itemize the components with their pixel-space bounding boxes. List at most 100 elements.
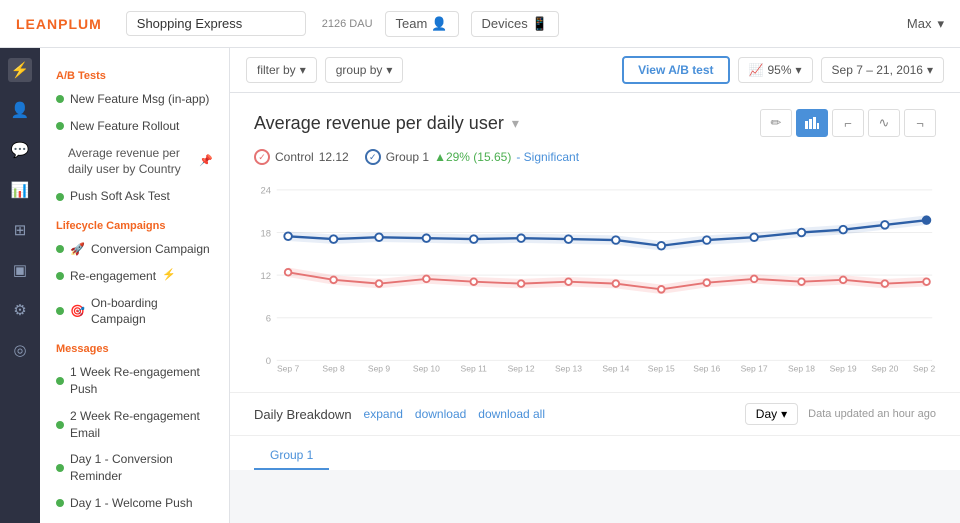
daily-breakdown-bar: Daily Breakdown expand download download… [230, 392, 960, 435]
chart-wave-icon[interactable]: ∿ [868, 109, 900, 137]
chevron-down-icon: ▾ [386, 63, 392, 77]
tab-group1[interactable]: Group 1 [254, 442, 329, 470]
status-dot [56, 377, 64, 385]
status-dot [56, 245, 64, 253]
chevron-down-icon: ▾ [781, 407, 787, 421]
sidebar-item-new-feature-rollout[interactable]: New Feature Rollout [40, 113, 229, 140]
nav-icon-target[interactable]: ◎ [8, 338, 32, 362]
svg-text:0: 0 [266, 356, 271, 367]
group-by-label: group by [336, 63, 383, 77]
nav-icon-grid[interactable]: ⊞ [8, 218, 32, 242]
pin-icon: 📌 [199, 154, 213, 169]
view-ab-test-button[interactable]: View A/B test [622, 56, 729, 84]
status-dot [56, 307, 64, 315]
confidence-button[interactable]: 📈 95% ▾ [738, 57, 813, 83]
tab-group1-label: Group 1 [270, 448, 313, 462]
download-all-link[interactable]: download all [478, 407, 545, 421]
team-button[interactable]: Team 👤 [385, 11, 459, 37]
chart-bar-icon[interactable] [796, 109, 828, 137]
status-dot [56, 499, 64, 507]
sidebar-item-sublabel: Average revenue per daily user by Countr… [68, 145, 193, 179]
sidebar-item-label: Conversion Campaign [91, 241, 210, 258]
sidebar-item-label: New Feature Msg (in-app) [70, 91, 209, 108]
emoji-icon: 🚀 [70, 241, 85, 258]
left-icon-strip: ⚡ 👤 💬 📊 ⊞ ▣ ⚙ ◎ [0, 48, 40, 523]
svg-text:18: 18 [261, 228, 272, 239]
chart-toolbar: filter by ▾ group by ▾ View A/B test 📈 9… [230, 48, 960, 93]
chart-bracket-left-icon[interactable]: ⌐ [832, 109, 864, 137]
messages-section-title: Messages [40, 333, 229, 359]
sidebar-item-label: 1 Week Re-engagement Push [70, 364, 213, 398]
sidebar-item-onboarding[interactable]: 🎯 On-boarding Campaign [40, 290, 229, 334]
control-label: Control [275, 150, 314, 164]
legend-group1: ✓ Group 1 ▲29% (15.65) - Significant [365, 149, 579, 165]
daily-breakdown-title: Daily Breakdown [254, 407, 352, 422]
day-granularity-button[interactable]: Day ▾ [745, 403, 798, 425]
confidence-label: 95% [767, 63, 791, 77]
date-range-button[interactable]: Sep 7 – 21, 2016 ▾ [821, 57, 944, 83]
filter-by-button[interactable]: filter by ▾ [246, 57, 317, 83]
sidebar-item-new-feature-msg[interactable]: New Feature Msg (in-app) [40, 86, 229, 113]
status-dot [56, 421, 64, 429]
sidebar-item-label: Push Soft Ask Test [70, 188, 170, 205]
devices-button[interactable]: Devices 📱 [471, 11, 559, 37]
sidebar-item-label: 2 Week Re-engagement Email [70, 408, 213, 442]
status-dot [56, 122, 64, 130]
chevron-down-icon: ▾ [300, 63, 306, 77]
sidebar-item-reengagement[interactable]: Re-engagement ⚡ [40, 263, 229, 290]
svg-text:Sep 13: Sep 13 [555, 364, 582, 374]
chart-edit-icon[interactable]: ✏ [760, 109, 792, 137]
breakdown-right: Day ▾ Data updated an hour ago [745, 403, 936, 425]
sidebar-item-label: On-boarding Campaign [91, 295, 213, 329]
sidebar-item-day3-create[interactable]: Day 3 - Create Account [40, 517, 229, 523]
chart-title-row: Average revenue per daily user ▾ ✏ ⌐ ∿ ¬ [254, 109, 936, 137]
sidebar-item-2week-email[interactable]: 2 Week Re-engagement Email [40, 403, 229, 447]
svg-text:Sep 16: Sep 16 [693, 364, 720, 374]
user-menu[interactable]: Max ▾ [907, 16, 944, 32]
trend-icon: 📈 [749, 63, 764, 77]
sidebar-item-1week-push[interactable]: 1 Week Re-engagement Push [40, 359, 229, 403]
chevron-down-icon: ▾ [796, 63, 802, 77]
sidebar-item-label: Day 1 - Welcome Push [70, 495, 193, 512]
nav-icon-ab[interactable]: ⚡ [8, 58, 32, 82]
chevron-down-icon: ▾ [937, 16, 944, 32]
download-link[interactable]: download [415, 407, 466, 421]
lifecycle-campaigns-section-title: Lifecycle Campaigns [40, 210, 229, 236]
svg-text:Sep 20: Sep 20 [871, 364, 898, 374]
sidebar-item-arpu-country[interactable]: Average revenue per daily user by Countr… [40, 140, 229, 184]
dau-badge: 2126 DAU [322, 18, 373, 30]
group-by-button[interactable]: group by ▾ [325, 57, 404, 83]
sidebar-item-day1-welcome[interactable]: Day 1 - Welcome Push [40, 490, 229, 517]
sidebar-item-push-soft-ask[interactable]: Push Soft Ask Test [40, 183, 229, 210]
legend-control: ✓ Control 12.12 [254, 149, 349, 165]
nav-icon-chart[interactable]: 📊 [8, 178, 32, 202]
chart-bracket-right-icon[interactable]: ¬ [904, 109, 936, 137]
control-check-icon: ✓ [254, 149, 270, 165]
nav-icon-box[interactable]: ▣ [8, 258, 32, 282]
sidebar: A/B Tests New Feature Msg (in-app) New F… [40, 48, 230, 523]
group1-check-icon: ✓ [365, 149, 381, 165]
sidebar-item-conversion-campaign[interactable]: 🚀 Conversion Campaign [40, 236, 229, 263]
sidebar-item-label: Day 1 - Conversion Reminder [70, 451, 213, 485]
nav-icon-settings[interactable]: ⚙ [8, 298, 32, 322]
svg-text:Sep 8: Sep 8 [322, 364, 345, 374]
lightning-icon: ⚡ [162, 268, 176, 283]
svg-text:Sep 12: Sep 12 [508, 364, 535, 374]
expand-link[interactable]: expand [364, 407, 403, 421]
chevron-down-icon: ▾ [927, 63, 933, 77]
devices-label: Devices [482, 16, 528, 31]
svg-text:Sep 11: Sep 11 [461, 364, 488, 374]
chart-title: Average revenue per daily user [254, 113, 504, 134]
line-chart: 24 18 12 6 0 Sep 7 Sep 8 Sep 9 Sep 10 [254, 177, 936, 377]
sidebar-item-day1-conversion[interactable]: Day 1 - Conversion Reminder [40, 446, 229, 490]
user-name: Max [907, 16, 932, 31]
nav-icon-users[interactable]: 👤 [8, 98, 32, 122]
svg-text:Sep 10: Sep 10 [413, 364, 440, 374]
svg-text:Sep 15: Sep 15 [648, 364, 675, 374]
chart-title-caret-icon[interactable]: ▾ [512, 115, 519, 132]
sidebar-item-label: Re-engagement [70, 268, 156, 285]
svg-text:Sep 21: Sep 21 [913, 364, 936, 374]
nav-icon-chat[interactable]: 💬 [8, 138, 32, 162]
view-ab-label: View A/B test [638, 63, 713, 77]
app-search-input[interactable] [126, 11, 306, 36]
